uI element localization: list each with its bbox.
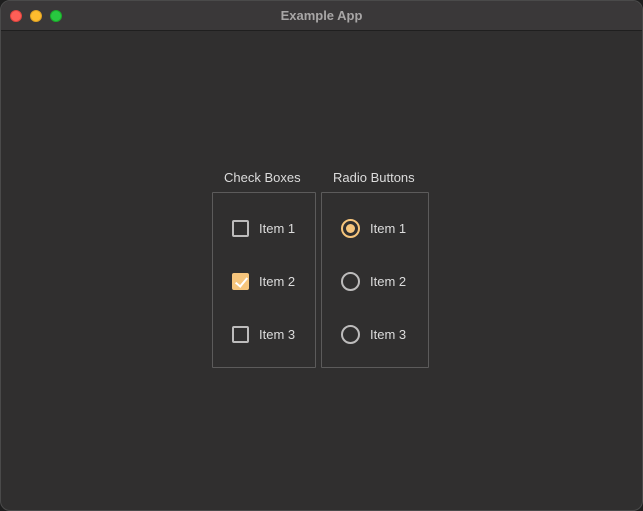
radio-item-3[interactable]: Item 3 xyxy=(341,324,406,344)
radio-item-2[interactable]: Item 2 xyxy=(341,271,406,291)
radio-item-3-label[interactable]: Item 3 xyxy=(370,327,406,342)
title-bar[interactable]: Example App xyxy=(1,1,642,31)
radio-button-3[interactable] xyxy=(341,324,360,344)
checkbox-item-3[interactable]: Item 3 xyxy=(232,324,295,344)
radio-button-2[interactable] xyxy=(341,271,360,291)
checkbox-item-2[interactable]: Item 2 xyxy=(232,271,295,291)
checkbox-3[interactable] xyxy=(232,325,249,343)
checkbox-group-label: Check Boxes xyxy=(224,170,301,185)
checkbox-item-1-label[interactable]: Item 1 xyxy=(259,221,295,236)
app-window: Example App Check Boxes Item 1 Item 2 It… xyxy=(0,0,643,511)
radio-item-2-label[interactable]: Item 2 xyxy=(370,274,406,289)
radio-group: Item 1 Item 2 Item 3 xyxy=(321,192,429,368)
checkbox-2[interactable] xyxy=(232,272,249,290)
checkbox-item-3-label[interactable]: Item 3 xyxy=(259,327,295,342)
checkbox-group: Item 1 Item 2 Item 3 xyxy=(212,192,316,368)
checkbox-1[interactable] xyxy=(232,219,249,237)
checkbox-item-2-label[interactable]: Item 2 xyxy=(259,274,295,289)
radio-item-1[interactable]: Item 1 xyxy=(341,218,406,238)
window-title: Example App xyxy=(280,8,363,23)
radio-item-1-label[interactable]: Item 1 xyxy=(370,221,406,236)
checkbox-item-1[interactable]: Item 1 xyxy=(232,218,295,238)
radio-button-1[interactable] xyxy=(341,218,360,238)
radio-group-label: Radio Buttons xyxy=(333,170,415,185)
